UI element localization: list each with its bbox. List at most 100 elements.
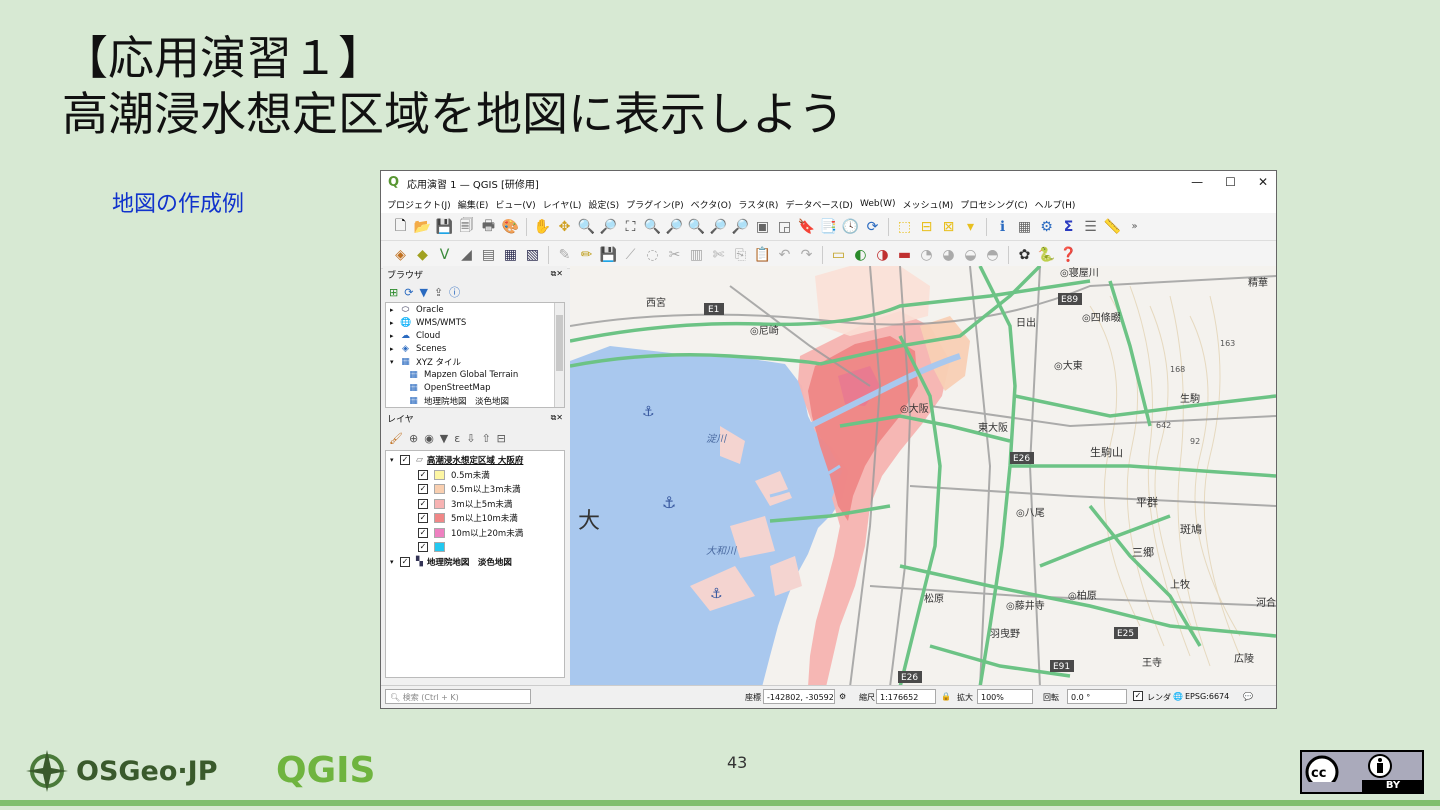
browser-item[interactable]: ▦ OpenStreetMap (386, 381, 564, 394)
add-group-icon[interactable]: ⊕ (409, 432, 418, 445)
vertex-tool-icon[interactable]: ✂ (665, 245, 684, 264)
chevron-down-icon[interactable]: ▾ (390, 558, 400, 566)
chevron-right-icon[interactable]: ▸ (390, 345, 398, 353)
zoom-next-icon[interactable]: 🔎 (731, 217, 750, 236)
menu-item[interactable]: プラグイン(P) (626, 198, 683, 211)
panel-close-icon[interactable]: ⧉✕ (551, 269, 563, 279)
browser-item[interactable]: ▸ 🌐 WMS/WMTS (386, 316, 564, 329)
scale-field[interactable]: 1:176652 (876, 689, 936, 704)
measure-icon[interactable]: 📏 (1103, 217, 1122, 236)
statistics-icon[interactable]: Σ (1059, 217, 1078, 236)
deselect-icon[interactable]: ⊠ (939, 217, 958, 236)
add-wms-icon[interactable]: ▦ (501, 245, 520, 264)
attribute-table-icon[interactable]: ▦ (1015, 217, 1034, 236)
filter-legend-icon[interactable]: ε (454, 432, 460, 445)
identify-icon[interactable]: ℹ (993, 217, 1012, 236)
paste-features-icon[interactable]: 📋 (753, 245, 772, 264)
menu-item[interactable]: ベクタ(O) (691, 198, 732, 211)
new-map-view-icon[interactable]: ▣ (753, 217, 772, 236)
layer-style-icon[interactable]: 🖌 (389, 432, 403, 445)
menu-item[interactable]: プロセシング(C) (960, 198, 1027, 211)
refresh-icon[interactable]: ⟳ (863, 217, 882, 236)
browser-scrollbar[interactable] (554, 303, 564, 407)
zoom-layer-icon[interactable]: 🔎 (665, 217, 684, 236)
legend-class-row[interactable]: ✓ 5m以上10m未満 (386, 511, 564, 526)
save-project-icon[interactable]: 💾 (435, 217, 454, 236)
browser-item[interactable]: ▸ ☁ Cloud (386, 329, 564, 342)
legend-class-checkbox[interactable]: ✓ (418, 498, 428, 509)
chevron-right-icon[interactable]: ▸ (390, 306, 398, 314)
legend-class-row[interactable]: ✓ 0.5m未満 (386, 468, 564, 483)
coordinate-toggle-icon[interactable]: ⚙ (839, 692, 846, 701)
add-raster-icon[interactable]: ◢ (457, 245, 476, 264)
chevron-right-icon[interactable]: ▸ (390, 319, 398, 327)
bookmark-icon[interactable]: 🔖 (797, 217, 816, 236)
add-mesh-icon[interactable]: ▤ (479, 245, 498, 264)
select-location-icon[interactable]: ▾ (961, 217, 980, 236)
menu-item[interactable]: ラスタ(R) (738, 198, 778, 211)
copy-features-icon[interactable]: ⎘ (731, 245, 750, 264)
lock-icon[interactable]: 🔒 (941, 692, 951, 701)
add-feature-icon[interactable]: ◌ (643, 245, 662, 264)
browser-item[interactable]: ▦ 地理院地図 淡色地図 (386, 394, 564, 407)
toggle-editing-icon[interactable]: ✎ (555, 245, 574, 264)
chevron-down-icon[interactable]: ▾ (390, 358, 398, 366)
legend-class-row[interactable]: ✓ (386, 540, 564, 555)
legend-class-row[interactable]: ✓ 3m以上5m未満 (386, 497, 564, 512)
menu-item[interactable]: プロジェクト(J) (387, 198, 451, 211)
help-icon[interactable]: ❓ (1059, 245, 1078, 264)
label-rotate-icon[interactable]: ◔ (917, 245, 936, 264)
delete-selected-icon[interactable]: ▥ (687, 245, 706, 264)
remove-layer-icon[interactable]: ⊟ (497, 432, 506, 445)
zoom-selection-icon[interactable]: 🔍 (643, 217, 662, 236)
label-move-icon[interactable]: ▬ (895, 245, 914, 264)
zoom-full-icon[interactable]: ⛶ (621, 217, 640, 236)
layer-basemap[interactable]: ▾ ✓ ▚ 地理院地図 淡色地図 (386, 555, 564, 570)
zoom-last-icon[interactable]: 🔎 (709, 217, 728, 236)
render-checkbox[interactable]: ✓ (1133, 691, 1143, 701)
layers-panel-close-icon[interactable]: ⧉✕ (551, 413, 563, 423)
pan-to-selection-icon[interactable]: ✥ (555, 217, 574, 236)
zoom-native-icon[interactable]: 🔍 (687, 217, 706, 236)
new-geopackage-icon[interactable]: ◆ (413, 245, 432, 264)
menu-item[interactable]: 編集(E) (458, 198, 489, 211)
minimize-icon[interactable]: — (1191, 175, 1203, 189)
callout-icon[interactable]: ◓ (983, 245, 1002, 264)
save-edits-icon[interactable]: 💾 (599, 245, 618, 264)
maximize-icon[interactable]: ☐ (1225, 175, 1236, 189)
collapse-layers-icon[interactable]: ⇧ (481, 432, 490, 445)
menu-item[interactable]: メッシュ(M) (903, 198, 954, 211)
coordinate-field[interactable]: -142802, -30592 (763, 689, 835, 704)
rotation-field[interactable]: 0.0 ° (1067, 689, 1127, 704)
style-manager-icon[interactable]: 🎨 (501, 217, 520, 236)
zoom-in-icon[interactable]: 🔍 (577, 217, 596, 236)
new-3d-view-icon[interactable]: ◲ (775, 217, 794, 236)
save-as-icon[interactable]: 🗐 (457, 217, 476, 236)
legend-class-row[interactable]: ✓ 10m以上20m未満 (386, 526, 564, 541)
new-project-icon[interactable]: 🗋 (391, 217, 410, 236)
info-icon[interactable]: ⓘ (449, 284, 460, 300)
legend-class-row[interactable]: ✓ 0.5m以上3m未満 (386, 482, 564, 497)
zoom-field[interactable]: 100% (977, 689, 1033, 704)
temporal-icon[interactable]: 🕓 (841, 217, 860, 236)
legend-class-checkbox[interactable]: ✓ (418, 542, 428, 553)
redo-icon[interactable]: ↷ (797, 245, 816, 264)
label-show-icon[interactable]: ◑ (873, 245, 892, 264)
menu-item[interactable]: Web(W) (860, 199, 896, 209)
browser-item[interactable]: ▦ Mapzen Global Terrain (386, 368, 564, 381)
toolbar-more-icon[interactable]: » (1125, 217, 1144, 236)
chevron-right-icon[interactable]: ▸ (390, 332, 398, 340)
browser-item[interactable]: ▾ ▦ XYZ タイル (386, 355, 564, 368)
cut-features-icon[interactable]: ✄ (709, 245, 728, 264)
select-value-icon[interactable]: ⊟ (917, 217, 936, 236)
legend-class-checkbox[interactable]: ✓ (418, 484, 428, 495)
pan-icon[interactable]: ✋ (533, 217, 552, 236)
open-project-icon[interactable]: 📂 (413, 217, 432, 236)
add-selected-icon[interactable]: ⊞ (389, 286, 398, 299)
filter-icon[interactable]: ▼ (419, 286, 427, 299)
menu-item[interactable]: ビュー(V) (495, 198, 535, 211)
messages-icon[interactable]: 💬 (1243, 692, 1253, 701)
browser-item[interactable]: ▸ ◈ Scenes (386, 342, 564, 355)
menu-item[interactable]: ヘルプ(H) (1035, 198, 1076, 211)
refresh-browser-icon[interactable]: ⟳ (404, 286, 413, 299)
